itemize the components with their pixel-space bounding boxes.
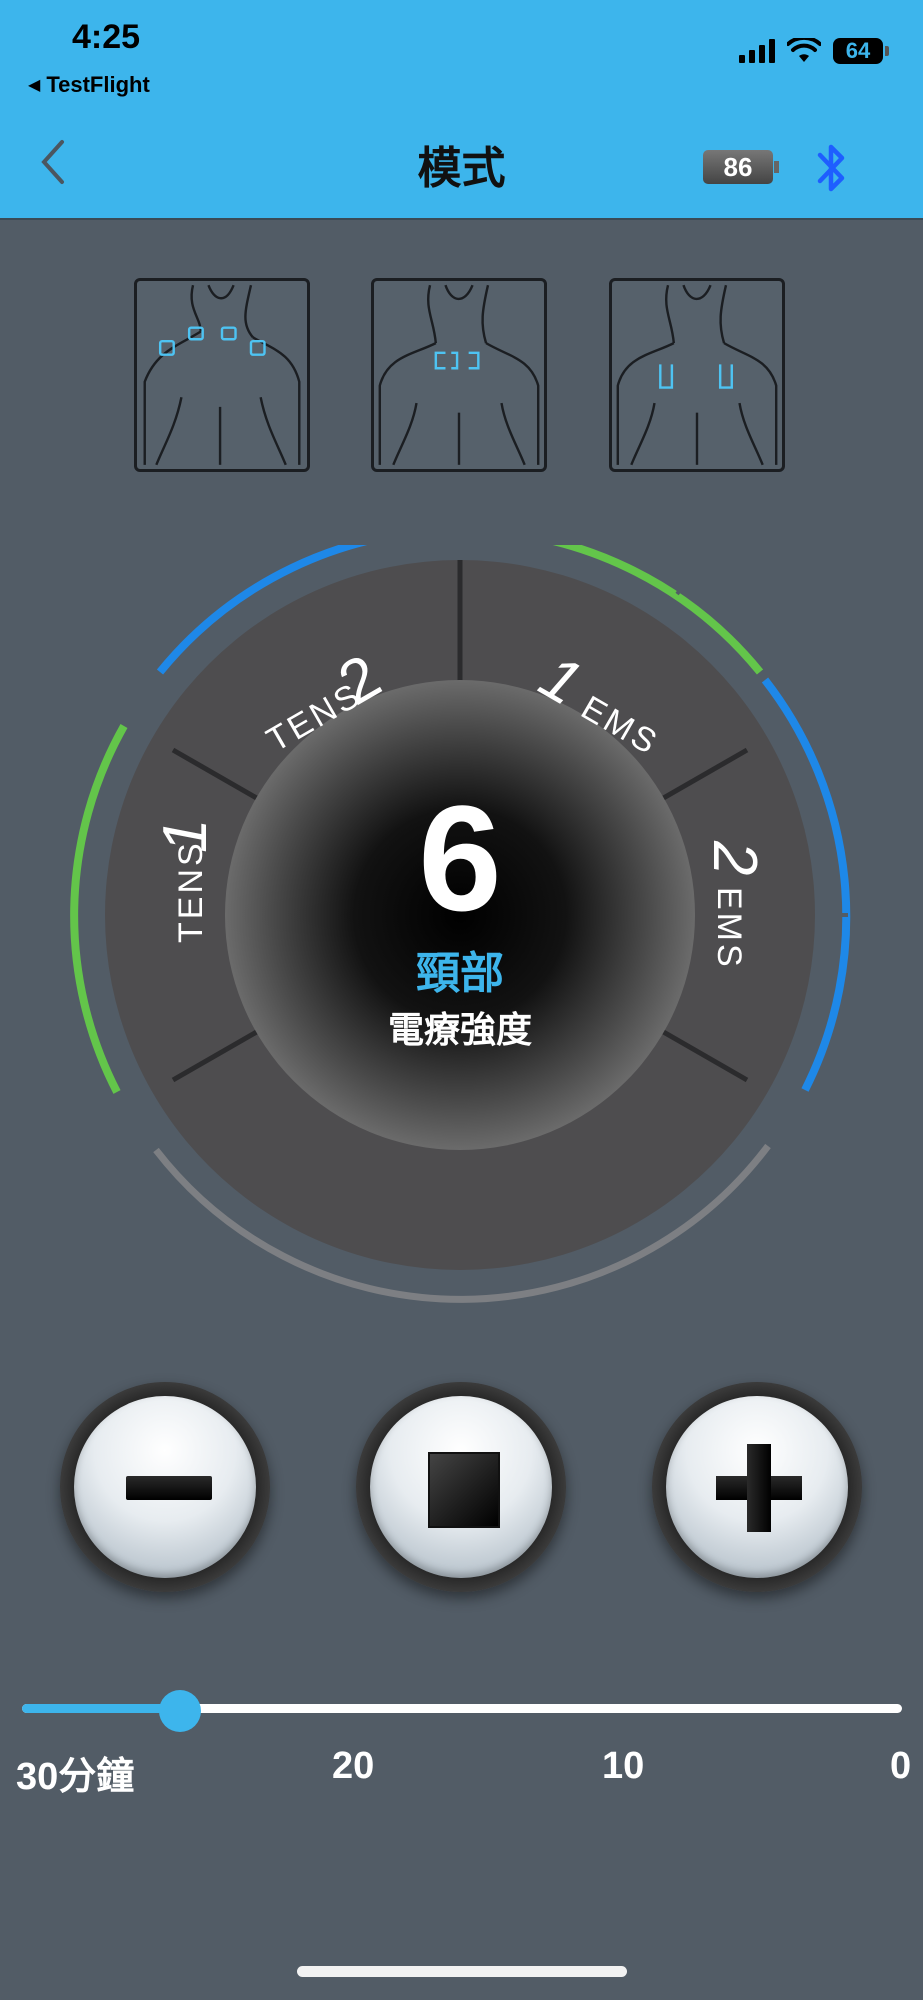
increase-button[interactable] xyxy=(652,1382,862,1592)
body-part-label: 頸部 xyxy=(416,948,504,999)
nav-bar: 模式 86 xyxy=(0,110,923,220)
zone-selector xyxy=(0,278,923,478)
stop-icon xyxy=(428,1452,500,1528)
phone-battery-icon: 64 xyxy=(833,38,889,64)
slider-fill xyxy=(22,1704,181,1713)
svg-text:EMS: EMS xyxy=(710,887,748,970)
device-battery-icon: 86 xyxy=(703,150,779,184)
back-app-label: TestFlight xyxy=(46,72,150,97)
intensity-dial: TENS 1 TENS 2 1 EMS 2 EMS 6 頸部 電療強度 xyxy=(40,545,880,1305)
zone-upper-back[interactable] xyxy=(609,278,785,472)
timer-label-10: 10 xyxy=(602,1745,645,1787)
back-triangle-icon: ◀ xyxy=(28,77,41,94)
page-title: 模式 xyxy=(417,144,506,193)
decrease-button[interactable] xyxy=(60,1382,270,1592)
minus-icon xyxy=(126,1476,212,1500)
status-bar: 4:25 ◀ TestFlight 64 xyxy=(0,0,923,110)
status-icons: 64 xyxy=(739,38,889,64)
wifi-icon xyxy=(787,38,821,62)
back-to-testflight[interactable]: ◀ TestFlight xyxy=(28,72,150,98)
timer-label-0: 0 xyxy=(890,1745,912,1787)
svg-text:TENS: TENS xyxy=(172,840,210,943)
home-indicator xyxy=(297,1966,627,1977)
slider-thumb[interactable] xyxy=(159,1690,202,1732)
timer-slider[interactable] xyxy=(22,1690,902,1732)
status-time: 4:25 xyxy=(72,18,141,56)
zone-upper-shoulders[interactable] xyxy=(134,278,310,472)
stop-button[interactable] xyxy=(356,1382,566,1592)
intensity-caption: 電療強度 xyxy=(388,1010,532,1051)
timer-label-20: 20 xyxy=(332,1745,375,1787)
bluetooth-icon[interactable] xyxy=(812,138,852,198)
timer-label-30: 30分鐘 xyxy=(16,1756,135,1798)
svg-text:1: 1 xyxy=(151,819,220,853)
zone-neck[interactable] xyxy=(371,278,547,472)
svg-text:2: 2 xyxy=(700,840,769,875)
cellular-signal-icon xyxy=(739,39,775,63)
intensity-value: 6 xyxy=(418,774,501,942)
